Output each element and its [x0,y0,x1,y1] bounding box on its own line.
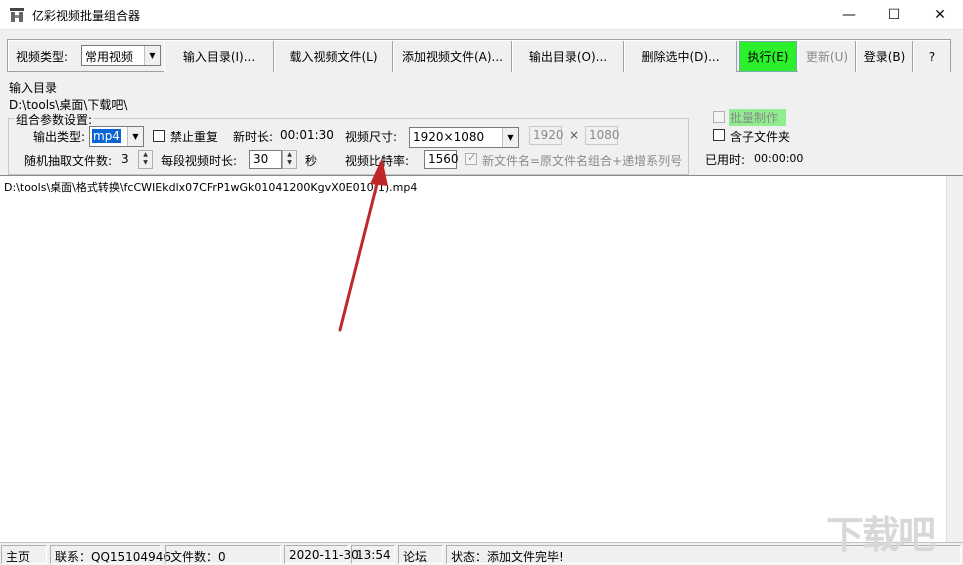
random-files-label: 随机抽取文件数: [24,154,113,168]
bitrate-input[interactable]: 1560 [424,150,459,169]
title-bar: 亿彩视频批量组合器 — ☐ ✕ [0,0,963,30]
video-size-value: 1920×1080 [413,130,485,144]
video-type-label: 视频类型: [16,50,69,64]
toolbar: 视频类型: 常用视频 ▼ 输入目录(I)... 载入视频文件(L) 添加视频文件… [7,39,951,72]
status-bar: 主页 联系：QQ15104946 文件数：0 2020-11-30 13:54 … [0,542,963,565]
window-title: 亿彩视频批量组合器 [32,9,141,23]
output-type-label: 输出类型: [33,130,86,144]
width-input[interactable]: 1920 [529,126,564,145]
login-button[interactable]: 登录(B) [856,41,913,72]
file-list[interactable]: D:\tools\桌面\格式转换\fcCWIEkdlx07CFrP1wGk010… [0,175,963,543]
segment-duration-spinner[interactable]: ▲ ▼ [282,150,297,169]
delete-selected-button[interactable]: 删除选中(D)... [624,41,737,72]
add-file-button[interactable]: 添加视频文件(A)... [393,41,512,72]
random-files-value[interactable]: 3 [121,152,129,166]
filename-rule-label: 新文件名=原文件名组合+递增系列号 [482,154,683,168]
segment-duration-label: 每段视频时长: [161,154,238,168]
elapsed-value: 00:00:00 [754,152,804,165]
update-button[interactable]: 更新(U) [798,41,856,72]
output-dir-button[interactable]: 输出目录(O)... [512,41,624,72]
output-type-value: mp4 [92,129,121,143]
filename-rule-checkbox[interactable]: ✓ [465,151,477,165]
new-duration-label: 新时长: [233,130,274,144]
params-group-title: 组合参数设置: [14,111,95,128]
time-cell: 13:54 [351,545,395,564]
watermark-logo: 下载吧 [826,513,936,557]
video-type-value: 常用视频 [85,50,134,64]
height-input[interactable]: 1080 [585,126,620,145]
contact-cell: 联系：QQ15104946 [50,545,171,564]
close-button[interactable]: ✕ [917,0,963,30]
home-link[interactable]: 主页 [1,545,47,564]
chevron-down-icon[interactable]: ▼ [127,127,143,146]
client-area: 视频类型: 常用视频 ▼ 输入目录(I)... 载入视频文件(L) 添加视频文件… [0,30,963,565]
times-sign: × [569,128,580,142]
app-icon [10,8,24,22]
minimize-button[interactable]: — [826,0,872,30]
video-size-select[interactable]: 1920×1080 ▼ [409,127,519,148]
date-cell: 2020-11-30 [284,545,359,564]
no-repeat-checkbox[interactable] [153,130,165,142]
load-file-button[interactable]: 载入视频文件(L) [274,41,393,72]
input-dir-button[interactable]: 输入目录(I)... [164,41,274,72]
input-dir-label: 输入目录 [9,81,58,95]
seconds-unit: 秒 [305,154,318,168]
output-type-select[interactable]: mp4 ▼ [89,126,144,147]
video-type-select[interactable]: 常用视频 ▼ [81,45,161,66]
execute-button[interactable]: 执行(E) [739,41,797,72]
maximize-button[interactable]: ☐ [871,0,917,30]
no-repeat-label: 禁止重复 [170,130,219,144]
batch-label: 批量制作 [729,109,787,126]
chevron-down-icon[interactable]: ▼ [144,46,160,65]
subfolder-checkbox[interactable] [713,129,725,141]
vertical-scrollbar[interactable] [946,176,963,543]
file-count-cell: 文件数：0 [165,545,281,564]
arrow-annotation-icon [338,158,388,332]
new-duration-value: 00:01:30 [280,128,334,142]
check-icon: ✓ [467,151,477,164]
video-size-label: 视频尺寸: [345,130,398,144]
batch-checkbox[interactable] [713,111,725,123]
chevron-down-icon[interactable]: ▼ [502,128,518,147]
subfolder-label: 含子文件夹 [730,130,791,144]
elapsed-label: 已用时: [705,153,746,167]
help-button[interactable]: ? [913,41,950,72]
forum-link[interactable]: 论坛 [398,545,443,564]
random-files-spinner[interactable]: ▲ ▼ [138,150,153,169]
segment-duration-input[interactable]: 30 [249,150,282,169]
